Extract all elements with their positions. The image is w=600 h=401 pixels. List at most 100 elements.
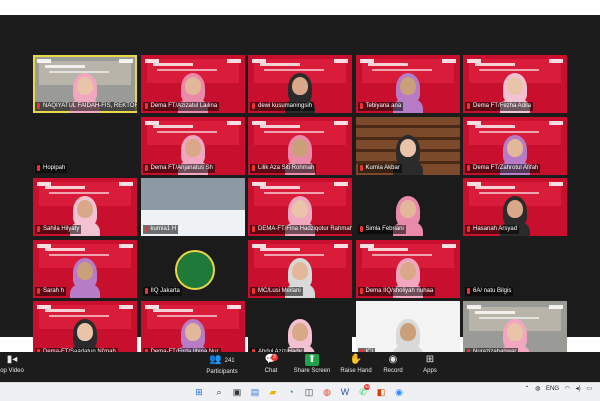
- mic-muted-icon: [144, 164, 148, 171]
- raise-hand-button[interactable]: ✋ Raise Hand: [338, 354, 374, 380]
- logo-icon: [226, 120, 241, 125]
- record-button[interactable]: ◉ Record: [380, 354, 406, 380]
- office-icon[interactable]: ◧: [375, 386, 387, 398]
- video-tile[interactable]: Dema FT/Zahrotul Afifah: [463, 116, 567, 175]
- video-tile[interactable]: DEMA-FT/Fina Hadziqotur Rahmah: [248, 178, 352, 236]
- video-tile[interactable]: Dema IIQ/sholiyah nuhaa: [355, 239, 460, 298]
- store-icon[interactable]: ◫: [303, 386, 315, 398]
- battery-icon[interactable]: ▭: [586, 386, 592, 392]
- logo-icon: [252, 120, 266, 125]
- start-icon[interactable]: ⊞: [193, 386, 205, 398]
- mic-muted-icon: [252, 287, 255, 294]
- logo-icon: [334, 182, 348, 186]
- video-tile[interactable]: MC/Lusi Meilani: [248, 239, 352, 298]
- participant-name-text: Dema IIQ/sholiyah nuhaa: [365, 287, 434, 294]
- video-tile[interactable]: Sahila Hilyaty: [33, 178, 137, 236]
- participant-name: Dema FT/Zahrotul Afifah: [465, 163, 541, 173]
- mic-muted-icon: [37, 287, 40, 294]
- participant-name-text: Dema FT/Anjanatus Sh: [150, 164, 213, 171]
- raise-hand-icon: ✋: [349, 354, 363, 365]
- logo-icon: [467, 182, 481, 186]
- participant-name: dewi kusumaningsih: [250, 102, 315, 111]
- video-tile[interactable]: Dema FT/Azizatul Lailina: [140, 55, 245, 113]
- video-tile[interactable]: Nurazizahanwar: [463, 301, 567, 359]
- logo-icon: [334, 243, 348, 248]
- logo-icon: [226, 305, 241, 309]
- video-tile[interactable]: Lilik Aza Siti Rohmah: [248, 116, 352, 175]
- participant-name-text: Dema FT/Fezha Adila: [473, 103, 532, 109]
- chevron-up-icon[interactable]: ⌃: [524, 386, 529, 392]
- tray-app-icon[interactable]: ◍: [535, 386, 540, 392]
- video-tile[interactable]: IIQ Jakarta: [140, 239, 245, 298]
- video-tile[interactable]: Kurnia Akbar: [355, 116, 460, 175]
- mic-muted-icon: [467, 226, 470, 232]
- logo-icon: [334, 59, 348, 63]
- stop-video-button[interactable]: ▮◂ op Video: [0, 354, 24, 380]
- people-icon: 👥 241: [209, 354, 235, 365]
- apps-button[interactable]: ⊞ Apps: [418, 354, 442, 380]
- participant-name-text: Sahila Hilyaty: [43, 226, 80, 232]
- chrome-icon[interactable]: ◍: [321, 386, 333, 398]
- participant-name-text: Dema FT/Zahrotul Afifah: [473, 164, 539, 171]
- participant-name: Sahila Hilyaty: [35, 225, 82, 234]
- video-camera-icon: ▮◂: [6, 354, 18, 365]
- participant-name-text: Hopipah: [43, 164, 66, 171]
- task-view-icon[interactable]: ▣: [231, 386, 243, 398]
- logo-icon: [441, 243, 456, 248]
- language-indicator[interactable]: ENG: [546, 386, 559, 392]
- wifi-icon[interactable]: ◠: [565, 386, 570, 392]
- logo-icon: [441, 59, 456, 63]
- zoom-meeting-window: NAQIYATUL FAIDAH-FIS, REKTOR... Dema FT/A…: [0, 15, 600, 359]
- participant-name: DEMA-FT/Fina Hadziqotur Rahmah: [250, 225, 352, 234]
- video-tile[interactable]: Dema-FT/Saadatun Ni'mah: [33, 301, 137, 359]
- video-tile[interactable]: 6A/ natu Bilgis: [463, 239, 567, 298]
- zoom-icon[interactable]: ◉: [393, 386, 405, 398]
- university-emblem-icon: [174, 249, 215, 290]
- logo-icon: [37, 59, 51, 63]
- participant-name-text: Tebiyana ana: [365, 103, 402, 109]
- video-tile[interactable]: kurnia1 H: [140, 178, 245, 236]
- video-tile[interactable]: Hasanah Arsyad: [463, 178, 567, 236]
- logo-icon: [549, 59, 563, 63]
- participant-name-text: dewi kusumaningsih: [258, 103, 313, 109]
- mic-muted-icon: [37, 103, 40, 109]
- video-tile[interactable]: Dema FT/Fezha Adila: [463, 55, 567, 113]
- mic-muted-icon: [467, 103, 470, 109]
- notification-badge: 99: [364, 384, 371, 390]
- share-screen-button[interactable]: ⬆ Share Screen: [292, 354, 332, 380]
- participant-name-text: NAQIYATUL FAIDAH-FIS, REKTOR...: [43, 103, 137, 109]
- file-explorer-icon[interactable]: ▰: [267, 386, 279, 398]
- logo-icon: [144, 120, 159, 125]
- video-tile[interactable]: Dema-FT/Firda Ilhina Nur: [140, 301, 245, 359]
- video-tile[interactable]: Hopipah: [33, 116, 137, 175]
- widgets-icon[interactable]: ▤: [249, 386, 261, 398]
- video-tile[interactable]: Tebiyana ana: [355, 55, 460, 113]
- word-icon[interactable]: W: [339, 386, 351, 398]
- video-tile[interactable]: NAQIYATUL FAIDAH-FIS, REKTOR...: [33, 55, 137, 113]
- speaker-icon[interactable]: ◂): [576, 386, 581, 392]
- search-icon[interactable]: ⌕: [213, 386, 225, 398]
- participant-name-text: Simla Febriani: [365, 226, 404, 232]
- edge-icon[interactable]: ◔: [285, 386, 297, 398]
- video-tile[interactable]: dewi kusumaningsih: [248, 55, 352, 113]
- participants-button[interactable]: 👥 241 Participants: [200, 354, 244, 380]
- video-tile[interactable]: Abdul Aziz Hady: [248, 301, 352, 359]
- participant-name-text: Sarah h: [43, 287, 65, 294]
- logo-icon: [252, 59, 266, 63]
- video-tile[interactable]: Sarah h: [33, 239, 137, 298]
- mic-muted-icon: [37, 226, 40, 232]
- logo-icon: [334, 120, 348, 125]
- participant-name: kurnia1 H: [142, 225, 179, 234]
- logo-icon: [37, 305, 51, 309]
- logo-icon: [119, 182, 133, 186]
- system-tray: ⌃ ◍ ENG ◠ ◂) ▭: [520, 385, 592, 399]
- video-tile[interactable]: Simla Febriani: [355, 178, 460, 236]
- participant-name: IIQ Jakarta: [142, 286, 182, 296]
- video-tile[interactable]: Dema FT/Anjanatus Sh: [140, 116, 245, 175]
- participant-name-text: Dema FT/Azizatul Lailina: [150, 103, 218, 109]
- whatsapp-icon[interactable]: ✆ 99: [357, 384, 371, 398]
- logo-icon: [549, 305, 563, 309]
- chat-button[interactable]: 💬 3 Chat: [257, 354, 285, 380]
- participant-name: Simla Febriani: [357, 225, 406, 234]
- video-tile[interactable]: ICI: [355, 301, 460, 359]
